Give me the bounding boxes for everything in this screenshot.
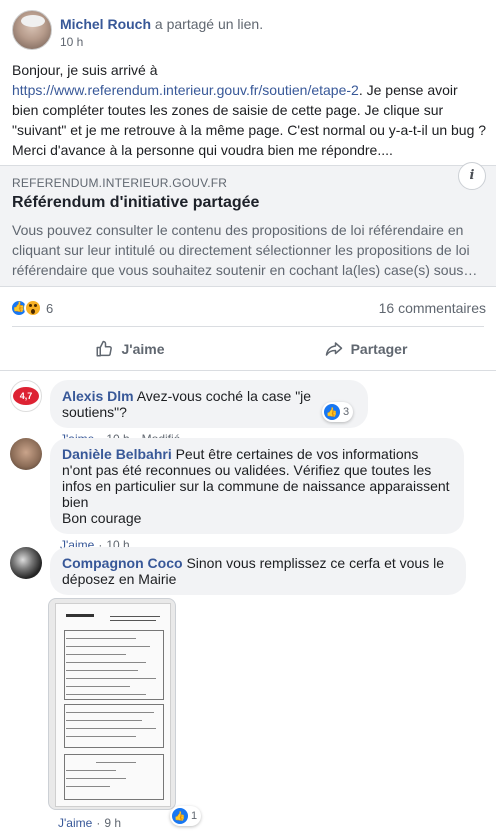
comment-reaction-count: 3 (343, 406, 350, 418)
comment-bubble: Compagnon Coco Sinon vous remplissez ce … (50, 547, 466, 595)
comments-count[interactable]: 16 commentaires (379, 300, 486, 316)
post-actions: J'aime Partager (12, 326, 484, 370)
link-description: Vous pouvez consulter le contenu des pro… (12, 222, 478, 278)
comment-bubble: Danièle Belbahri Peut être certaines de … (50, 438, 464, 534)
like-button-label: J'aime (121, 340, 165, 357)
author-avatar[interactable] (12, 10, 52, 50)
link-title[interactable]: Référendum d'initiative partagée (12, 194, 259, 212)
comment-image-attachment[interactable] (48, 598, 176, 810)
reactions-bar: 👍 6 16 commentaires (10, 296, 486, 320)
commenter-name[interactable]: Alexis Dlm (62, 388, 134, 404)
post-message: Bonjour, je suis arrivé à https://www.re… (12, 60, 488, 160)
post-timestamp[interactable]: 10 h (60, 35, 263, 49)
like-icon: 👍 (324, 404, 340, 420)
avatar-badge-text: 4,7 (13, 387, 39, 405)
like-button[interactable]: J'aime (12, 327, 248, 370)
comment-reactions[interactable]: 👍 1 (170, 806, 202, 826)
share-icon (325, 341, 342, 356)
divider (0, 370, 496, 371)
comment-time[interactable]: 9 h (104, 816, 121, 830)
comment-like-link[interactable]: J'aime (58, 816, 92, 830)
commenter-name[interactable]: Compagnon Coco (62, 555, 183, 571)
wow-icon[interactable] (24, 299, 42, 317)
message-link[interactable]: https://www.referendum.interieur.gouv.fr… (12, 82, 359, 98)
author-name[interactable]: Michel Rouch (60, 16, 151, 32)
comment-reaction-count: 1 (191, 810, 198, 822)
comment-reactions[interactable]: 👍 3 (322, 402, 354, 422)
link-domain: REFERENDUM.INTERIEUR.GOUV.FR (12, 176, 228, 190)
reactions-count[interactable]: 6 (46, 301, 53, 316)
info-icon[interactable]: i (458, 162, 486, 190)
comment-avatar[interactable]: 4,7 (10, 380, 42, 412)
comment-meta: J'aime · 9 h (58, 816, 121, 830)
post-header: Michel Rouch a partagé un lien. 10 h (12, 10, 263, 50)
facebook-post: Michel Rouch a partagé un lien. 10 h Bon… (0, 0, 496, 836)
like-icon: 👍 (172, 808, 188, 824)
comment-text-line2: Bon courage (62, 510, 142, 526)
comment-avatar[interactable] (10, 547, 42, 579)
post-action-text: a partagé un lien. (154, 16, 264, 32)
share-button-label: Partager (350, 340, 408, 357)
message-text-before: Bonjour, je suis arrivé à (12, 62, 158, 78)
share-button[interactable]: Partager (248, 327, 484, 370)
commenter-name[interactable]: Danièle Belbahri (62, 446, 172, 462)
comment: Danièle Belbahri Peut être certaines de … (10, 438, 464, 552)
comment: Compagnon Coco Sinon vous remplissez ce … (10, 547, 466, 595)
comment-bubble: Alexis Dlm Avez-vous coché la case "je s… (50, 380, 368, 428)
cerfa-form-image (55, 603, 171, 807)
comment-avatar[interactable] (10, 438, 42, 470)
comment: 4,7 Alexis Dlm Avez-vous coché la case "… (10, 380, 368, 446)
thumbs-up-icon (96, 340, 113, 356)
link-preview[interactable]: REFERENDUM.INTERIEUR.GOUV.FR i Référendu… (0, 162, 496, 287)
